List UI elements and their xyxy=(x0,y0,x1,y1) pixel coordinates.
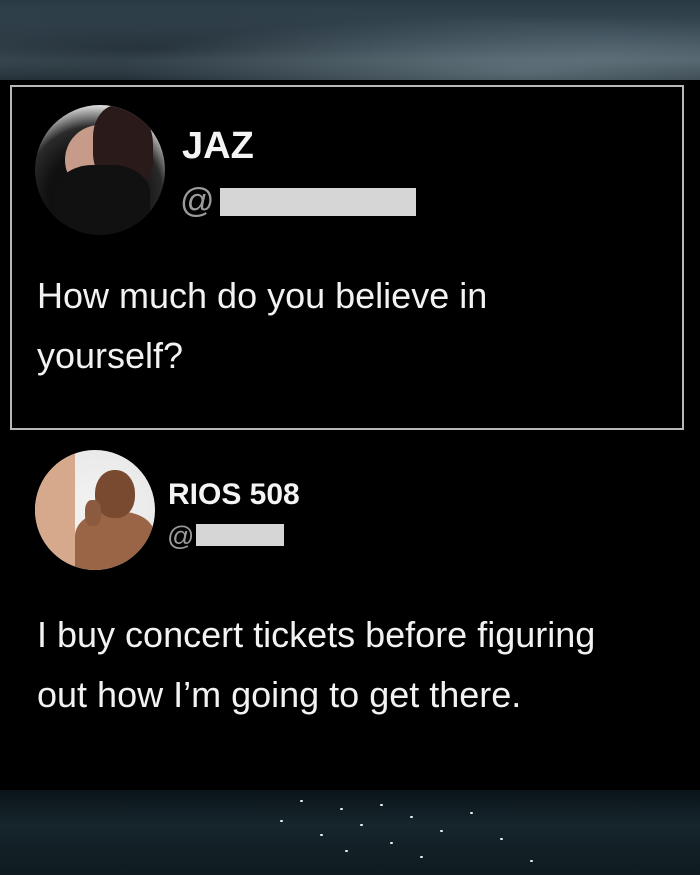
redacted-handle-bar xyxy=(220,188,416,216)
jaz-tweet-line-1: How much do you believe in xyxy=(37,275,488,316)
avatar-hand xyxy=(85,500,101,526)
rios-handle[interactable]: @ xyxy=(167,521,194,552)
rios-avatar[interactable] xyxy=(35,450,155,570)
sky-background xyxy=(0,0,700,80)
redacted-handle-bar xyxy=(196,524,284,546)
jaz-handle[interactable]: @ xyxy=(180,182,215,221)
avatar-head xyxy=(95,470,135,518)
sea-background xyxy=(0,790,700,875)
avatar-clothing xyxy=(55,165,150,235)
rios-display-name[interactable]: RIOS 508 xyxy=(168,478,300,512)
rios-tweet-line-1: I buy concert tickets before figuring xyxy=(37,614,596,655)
jaz-avatar[interactable] xyxy=(35,105,165,235)
avatar-background xyxy=(35,450,75,570)
jaz-tweet-line-2: yourself? xyxy=(37,335,184,376)
rios-tweet-line-2: out how I’m going to get there. xyxy=(37,674,522,715)
jaz-display-name[interactable]: JAZ xyxy=(182,125,254,168)
